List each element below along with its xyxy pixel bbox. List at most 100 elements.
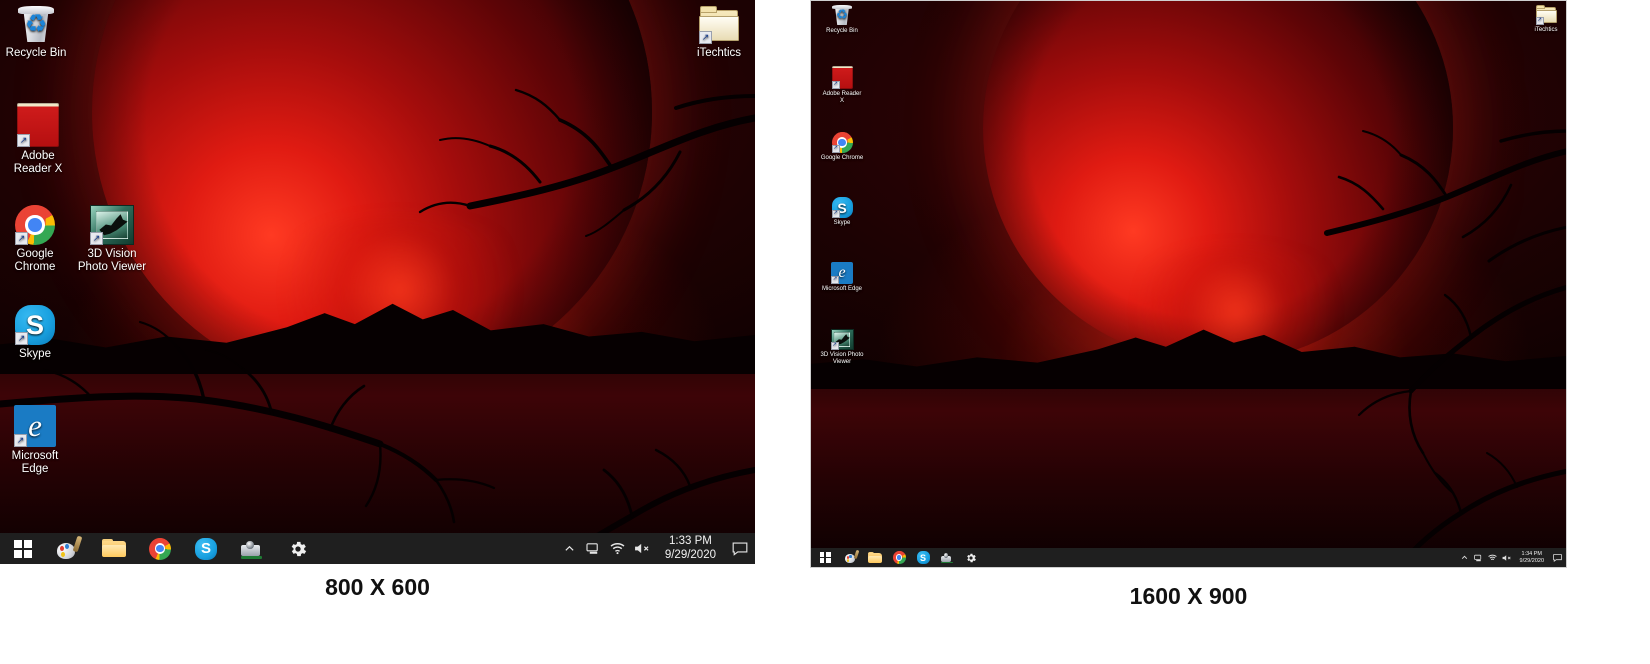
- taskbar-button-chrome[interactable]: [137, 533, 183, 564]
- monitor-left: ♻ Recycle Bin  ↗ Adobe Reader X ↗ Googl…: [0, 0, 755, 564]
- desktop-icon-recycle-bin[interactable]: ♻ Recycle Bin: [4, 4, 68, 60]
- taskbar-button-file-explorer[interactable]: [91, 533, 137, 564]
- desktop-icon-label: Adobe Reader X: [13, 150, 63, 176]
- gear-icon: [288, 539, 308, 559]
- taskbar-button-skype[interactable]: S: [183, 533, 229, 564]
- taskbar-left: S 1:33 PM 9/29/2020: [0, 533, 755, 564]
- shortcut-overlay-icon: ↗: [699, 31, 712, 44]
- wifi-icon[interactable]: [606, 533, 630, 564]
- speech-bubble-icon[interactable]: [1549, 548, 1566, 567]
- chrome-icon: [892, 551, 906, 564]
- file-explorer-icon: [868, 551, 882, 564]
- chevron-up-icon[interactable]: [558, 533, 582, 564]
- shortcut-overlay-icon: ↗: [90, 232, 103, 245]
- recycle-bin-icon: ♻: [16, 4, 56, 44]
- taskbar-button-camera[interactable]: [935, 548, 959, 567]
- desktop-icon-label: Adobe Reader X: [822, 91, 862, 104]
- taskbar-start-button[interactable]: [811, 548, 839, 567]
- desktop-icon-label: Microsoft Edge: [11, 450, 59, 476]
- taskbar-button-file-explorer[interactable]: [863, 548, 887, 567]
- desktop-wallpaper-right: [811, 1, 1566, 567]
- system-tray-left: 1:33 PM 9/29/2020: [558, 533, 755, 564]
- skype-icon: S: [916, 551, 930, 564]
- shortcut-overlay-icon: ↗: [15, 232, 28, 245]
- caption-left: 800 X 600: [325, 574, 430, 600]
- shortcut-overlay-icon: ↗: [1535, 17, 1544, 25]
- desktop-icon-google-chrome[interactable]: ↗ Google Chrome: [820, 132, 864, 162]
- desktop-icon-label: Google Chrome: [14, 248, 56, 274]
- desktop-icon-label: Skype: [833, 220, 851, 226]
- desktop-icon-skype[interactable]: S ↗ Skype: [820, 197, 864, 227]
- taskbar-button-chrome[interactable]: [887, 548, 911, 567]
- gear-icon: [965, 552, 977, 564]
- desktop-icon-label: iTechtics: [696, 47, 742, 59]
- taskbar-buttons: S: [0, 533, 321, 564]
- taskbar-clock-left[interactable]: 1:33 PM 9/29/2020: [656, 535, 725, 562]
- ethernet-icon[interactable]: [1472, 548, 1486, 567]
- taskbar-button-camera[interactable]: [229, 533, 275, 564]
- desktop-icon-itechtics[interactable]: ↗ iTechtics: [690, 4, 748, 60]
- desktop-icon-adobe-reader[interactable]:  ↗ Adobe Reader X: [4, 103, 72, 176]
- shortcut-overlay-icon: ↗: [14, 434, 27, 447]
- speaker-mute-icon[interactable]: [1500, 548, 1515, 567]
- desktop-icon-adobe-reader[interactable]:  ↗ Adobe Reader X: [820, 66, 864, 105]
- paint-icon: [56, 535, 83, 560]
- shortcut-overlay-icon: ↗: [831, 276, 839, 284]
- taskbar-button-skype[interactable]: S: [911, 548, 935, 567]
- camera-icon: [940, 551, 954, 564]
- desktop-icon-label: Microsoft Edge: [821, 286, 863, 292]
- clock-date: 9/29/2020: [1519, 557, 1544, 564]
- desktop-icon-label: iTechtics: [1534, 27, 1558, 33]
- taskbar-button-paint[interactable]: [839, 548, 863, 567]
- taskbar-start-button[interactable]: [0, 533, 45, 564]
- windows-start-icon: [13, 539, 32, 558]
- taskbar-buttons: S: [811, 548, 983, 567]
- shortcut-overlay-icon: ↗: [830, 342, 839, 350]
- chrome-icon: [149, 537, 171, 560]
- clock-date: 9/29/2020: [664, 548, 716, 561]
- taskbar-right: S 1:34 PM 9/29/2020: [811, 548, 1566, 567]
- monitor-right: ♻ Recycle Bin  ↗ Adobe Reader X ↗ Googl…: [810, 0, 1567, 568]
- clock-time: 1:34 PM: [1521, 551, 1542, 558]
- desktop-icon-itechtics[interactable]: ↗ iTechtics: [1527, 4, 1565, 34]
- shortcut-overlay-icon: ↗: [15, 332, 28, 345]
- taskbar-button-paint[interactable]: [45, 533, 91, 564]
- skype-icon: S: [195, 537, 217, 560]
- recycle-bin-icon: ♻: [831, 4, 853, 26]
- wallpaper-branches: [0, 0, 755, 564]
- desktop-icon-3d-vision-photo-viewer[interactable]: ↗ 3D Vision Photo Viewer: [820, 329, 864, 366]
- ethernet-icon[interactable]: [582, 533, 606, 564]
- desktop-icon-label: Recycle Bin: [826, 28, 858, 34]
- clock-time: 1:33 PM: [669, 534, 712, 547]
- desktop-icon-3d-vision-photo-viewer[interactable]: ↗ 3D Vision Photo Viewer: [76, 205, 148, 274]
- comparison-figure: ♻ Recycle Bin  ↗ Adobe Reader X ↗ Googl…: [0, 0, 1650, 664]
- speech-bubble-icon[interactable]: [725, 533, 755, 564]
- shortcut-overlay-icon: ↗: [831, 145, 840, 153]
- desktop-icon-skype[interactable]: S ↗ Skype: [8, 305, 62, 361]
- shortcut-overlay-icon: ↗: [17, 134, 30, 147]
- desktop-icon-label: Recycle Bin: [5, 47, 67, 59]
- speaker-mute-icon[interactable]: [630, 533, 656, 564]
- desktop-icon-microsoft-edge[interactable]: e ↗ Microsoft Edge: [820, 262, 864, 293]
- desktop-icon-label: 3D Vision Photo Viewer: [820, 352, 864, 365]
- file-explorer-icon: [102, 538, 126, 560]
- desktop-icon-microsoft-edge[interactable]: e ↗ Microsoft Edge: [4, 405, 66, 476]
- taskbar-clock-right[interactable]: 1:34 PM 9/29/2020: [1515, 551, 1549, 564]
- camera-icon: [240, 538, 264, 560]
- chevron-up-icon[interactable]: [1458, 548, 1472, 567]
- desktop-icon-label: Google Chrome: [820, 155, 864, 161]
- desktop-icon-recycle-bin[interactable]: ♻ Recycle Bin: [820, 4, 864, 35]
- paint-icon: [844, 550, 860, 564]
- shortcut-overlay-icon: ↗: [831, 210, 840, 218]
- desktop-wallpaper-left: [0, 0, 755, 564]
- taskbar-button-settings[interactable]: [959, 548, 983, 567]
- wallpaper-branches: [811, 1, 1566, 567]
- desktop-icon-label: 3D Vision Photo Viewer: [77, 248, 147, 274]
- shortcut-overlay-icon: ↗: [831, 81, 840, 89]
- desktop-icon-google-chrome[interactable]: ↗ Google Chrome: [4, 205, 66, 274]
- taskbar-button-settings[interactable]: [275, 533, 321, 564]
- wifi-icon[interactable]: [1486, 548, 1500, 567]
- desktop-icon-label: Skype: [19, 348, 51, 360]
- caption-right: 1600 X 900: [1129, 583, 1248, 609]
- system-tray-right: 1:34 PM 9/29/2020: [1458, 548, 1566, 567]
